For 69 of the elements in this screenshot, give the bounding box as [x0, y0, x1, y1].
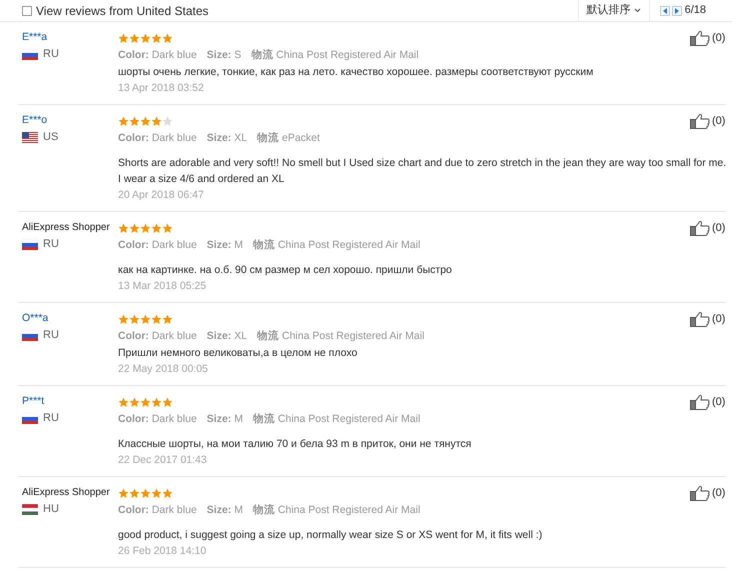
review-date: 13 Apr 2018 03:52 [118, 81, 205, 96]
shipping-info: 物流 China Post Registered Air Mail [257, 328, 424, 344]
country-code: RU [43, 328, 59, 343]
country-code: US [43, 130, 58, 145]
shipping-info: 物流 China Post Registered Air Mail [252, 238, 420, 253]
reviewer-name: AliExpress Shopper [22, 486, 111, 500]
flag-icon [22, 504, 38, 515]
review-date: 26 Feb 2018 14:10 [118, 544, 208, 559]
country-code: RU [43, 47, 59, 62]
next-page-button[interactable] [672, 6, 682, 16]
thumbs-up-icon[interactable] [690, 113, 710, 129]
review-text: как на картинке. на о.б. 90 см размер м сел хорошо. пришли быстро [118, 263, 453, 278]
shipping-info: 物流 China Post Registered Air Mail [252, 412, 420, 427]
flag-icon [22, 413, 38, 424]
checkbox[interactable] [22, 6, 32, 16]
country-code: RU [43, 237, 59, 252]
review-date: 22 May 2018 00:05 [118, 362, 209, 377]
country-code: RU [43, 411, 59, 426]
reviewer-name[interactable]: E***o [22, 112, 118, 129]
thumbs-up-icon[interactable] [690, 485, 710, 501]
reviewer-name[interactable]: E***a [22, 29, 118, 46]
like-count: (0) [712, 114, 726, 129]
thumbs-up-icon[interactable] [690, 220, 710, 236]
flag-icon [22, 49, 38, 60]
review-text: Пришли немного великоваты,а в целом не плохо [118, 346, 358, 361]
review-text: Классные шорты, на мои талию 70 и бела 93 m в приток, они не тянутся [118, 437, 472, 452]
size-info: Size: M [206, 238, 243, 253]
thumbs-up-icon[interactable] [690, 311, 710, 327]
review-text: good product, i suggest going a size up, normally wear size S or XS went for M, it fits well :) [118, 528, 544, 543]
reviewer-name[interactable]: O***a [22, 310, 118, 327]
color-info: Color: Dark blue [118, 48, 197, 63]
color-info: Color: Dark blue [118, 238, 197, 253]
review-date: 13 Mar 2018 05:25 [118, 279, 208, 294]
size-info: Size: M [206, 412, 243, 427]
size-info: Size: S [206, 48, 242, 63]
like-count: (0) [712, 221, 726, 236]
thumbs-up-icon[interactable] [690, 394, 710, 410]
country-code: HU [43, 502, 59, 517]
sort-dropdown[interactable]: 默认排序 [578, 0, 650, 21]
size-info: Size: XL [206, 329, 248, 344]
right-arrow-icon [674, 8, 679, 14]
like-count: (0) [712, 312, 726, 327]
size-info: Size: M [206, 503, 243, 518]
page-counter: 6/18 [684, 3, 706, 18]
review-text: Shorts are adorable and very soft!! No smell but I Used size chart and due to zero stretch in the jean they are way too small for me. I wear a size 4/6 and ordered an XL [118, 156, 728, 187]
shipping-info: 物流 ePacket [257, 130, 320, 146]
flag-icon [22, 239, 38, 250]
reviewer-name: AliExpress Shopper [22, 221, 111, 235]
color-info: Color: Dark blue [118, 412, 197, 427]
like-count: (0) [712, 486, 726, 501]
caret-icon [634, 8, 641, 13]
shipping-info: 物流 China Post Registered Air Mail [252, 502, 420, 518]
flag-icon [22, 330, 38, 341]
shipping-info: 物流 China Post Registered Air Mail [251, 48, 419, 63]
color-info: Color: Dark blue [118, 503, 197, 518]
flag-icon [22, 132, 38, 143]
color-info: Color: Dark blue [118, 131, 197, 146]
review-text: шорты очень легкие, тонкие, как раз на лето. качество хорошее. размеры соответствуют русским [118, 65, 594, 80]
thumbs-up-icon[interactable] [690, 30, 710, 46]
review-date: 20 Apr 2018 06:47 [118, 188, 205, 203]
filter-label: View reviews from United States [36, 2, 209, 20]
like-count: (0) [712, 31, 726, 46]
size-info: Size: XL [206, 131, 248, 146]
review-date: 22 Dec 2017 01:43 [118, 453, 208, 468]
reviewer-name[interactable]: P***t [22, 393, 118, 410]
previous-page-button[interactable] [660, 6, 670, 16]
color-info: Color: Dark blue [118, 329, 197, 344]
like-count: (0) [712, 395, 726, 410]
left-arrow-icon [662, 8, 667, 14]
